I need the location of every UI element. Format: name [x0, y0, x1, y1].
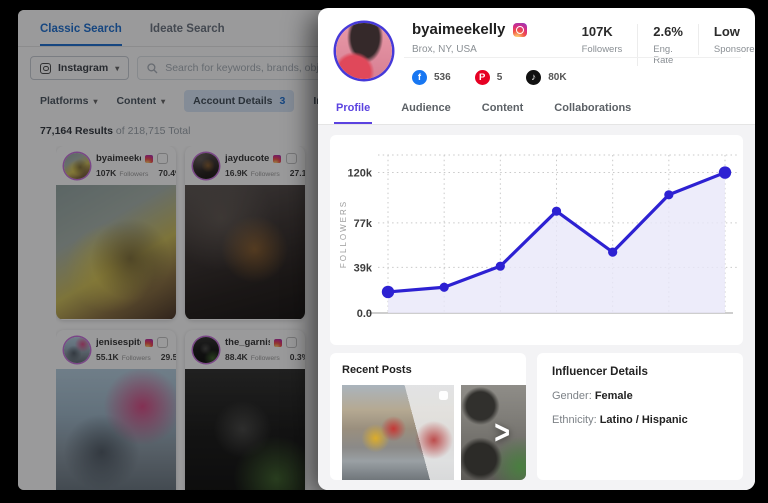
carousel-icon	[439, 391, 448, 400]
detail-row-ethnicity: Ethnicity: Latino / Hispanic	[552, 414, 728, 426]
detail-label: Ethnicity:	[552, 414, 597, 426]
facebook-count: 536	[434, 72, 451, 83]
followers-line-chart: 0.0 39k 77k 120k FOLLOWERS	[330, 142, 743, 338]
tiktok-chip[interactable]: ♪ 80K	[526, 70, 566, 85]
svg-text:120k: 120k	[348, 168, 373, 180]
tiktok-count: 80K	[548, 72, 566, 83]
recent-post-photo[interactable]	[342, 385, 454, 480]
detail-value: Female	[595, 390, 633, 402]
svg-text:FOLLOWERS: FOLLOWERS	[339, 200, 348, 268]
bottom-row: Recent Posts > Influencer Details Gender…	[330, 353, 743, 480]
facebook-icon: f	[412, 70, 427, 85]
profile-tabs: Profile Audience Content Collaborations	[318, 95, 755, 125]
profile-location: Brox, NY, USA	[412, 44, 567, 55]
detail-value: Latino / Hispanic	[600, 414, 688, 426]
profile-stats: 107K Followers 2.6% Eng. Rate Low Sponso…	[567, 21, 755, 66]
tab-collaborations[interactable]: Collaborations	[552, 97, 633, 124]
social-accounts: f 536 P 5 ♪ 80K	[412, 70, 567, 85]
detail-label: Gender:	[552, 390, 592, 402]
svg-text:77k: 77k	[354, 218, 373, 230]
influencer-details-title: Influencer Details	[552, 366, 728, 378]
profile-identity: byaimeekelly Brox, NY, USA f 536 P 5	[412, 21, 567, 85]
influencer-details-card: Influencer Details Gender: Female Ethnic…	[537, 353, 743, 480]
pinterest-chip[interactable]: P 5	[475, 70, 503, 85]
recent-posts-strip: >	[342, 385, 526, 480]
pinterest-count: 5	[497, 72, 503, 83]
svg-text:39k: 39k	[354, 262, 373, 274]
instagram-icon	[513, 23, 527, 37]
recent-posts-card: Recent Posts >	[330, 353, 526, 480]
svg-text:0.0: 0.0	[357, 308, 372, 320]
stat-value: 2.6%	[653, 24, 683, 39]
stat-sponsored: Low Sponsored	[698, 24, 755, 55]
tab-audience[interactable]: Audience	[399, 97, 453, 124]
stat-eng-rate: 2.6% Eng. Rate	[637, 24, 698, 66]
tiktok-icon: ♪	[526, 70, 541, 85]
tab-content[interactable]: Content	[480, 97, 526, 124]
tab-profile[interactable]: Profile	[334, 97, 372, 124]
profile-name: byaimeekelly	[412, 21, 505, 38]
stat-label: Sponsored	[714, 44, 755, 55]
stat-value: 107K	[582, 24, 623, 39]
recent-posts-title: Recent Posts	[342, 364, 526, 376]
stat-label: Followers	[582, 44, 623, 55]
detail-row-gender: Gender: Female	[552, 390, 728, 402]
stat-followers: 107K Followers	[567, 24, 638, 55]
profile-avatar	[336, 23, 392, 79]
profile-body: 0.0 39k 77k 120k FOLLOWERS Recent Posts > In…	[318, 125, 755, 490]
pinterest-icon: P	[475, 70, 490, 85]
next-posts-chevron-icon[interactable]: >	[494, 416, 510, 450]
followers-chart-card: 0.0 39k 77k 120k FOLLOWERS	[330, 135, 743, 345]
profile-header: byaimeekelly Brox, NY, USA f 536 P 5	[318, 8, 755, 95]
header-divider	[404, 57, 741, 58]
facebook-chip[interactable]: f 536	[412, 70, 451, 85]
screenshot-stage: Classic Search Ideate Search Instagram ▾…	[0, 0, 768, 503]
stat-value: Low	[714, 24, 755, 39]
influencer-profile-modal: byaimeekelly Brox, NY, USA f 536 P 5	[318, 8, 755, 490]
stat-label: Eng. Rate	[653, 44, 683, 66]
